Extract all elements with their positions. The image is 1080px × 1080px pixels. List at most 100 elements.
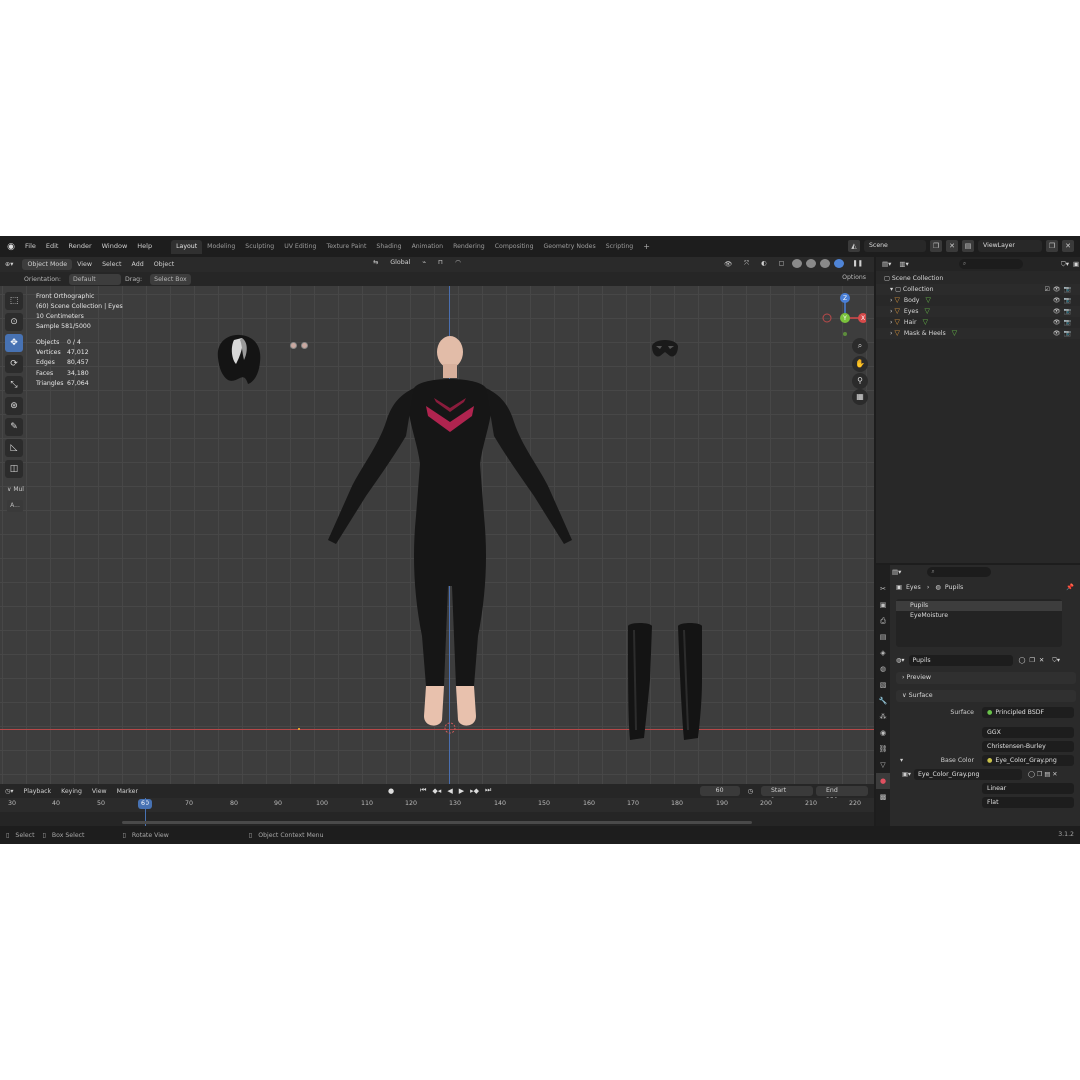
filter-icon[interactable]: ⛉▾: [1061, 260, 1069, 269]
start-frame-field[interactable]: Start 1: [761, 786, 813, 804]
timeline-scrollbar[interactable]: [122, 821, 752, 824]
tab-animation[interactable]: Animation: [407, 240, 449, 254]
hair-object[interactable]: [210, 332, 266, 388]
material-slot-eyemoisture[interactable]: EyeMoisture: [896, 611, 1062, 621]
material-shading-icon[interactable]: [820, 259, 831, 268]
record-icon[interactable]: ●: [386, 787, 396, 795]
distribution-dropdown[interactable]: GGX: [982, 727, 1074, 738]
editor-type-icon[interactable]: ⊕▾: [0, 261, 18, 268]
pin-icon[interactable]: 📌: [1066, 583, 1074, 591]
add-cube-tool-icon[interactable]: ◫: [5, 460, 23, 478]
menu-playback[interactable]: Playback: [19, 788, 57, 795]
interpolation-dropdown[interactable]: Linear: [982, 783, 1074, 794]
tab-sculpting[interactable]: Sculpting: [240, 240, 279, 254]
data-tab-icon[interactable]: ▽: [876, 757, 890, 773]
properties-search-input[interactable]: ⌕: [927, 567, 992, 577]
menu-select[interactable]: Select: [97, 261, 126, 268]
tab-modeling[interactable]: Modeling: [202, 240, 240, 254]
tab-compositing[interactable]: Compositing: [490, 240, 539, 254]
scene-icon[interactable]: ◭: [848, 240, 860, 252]
navigation-gizmo[interactable]: Z Y X: [822, 290, 866, 336]
tab-layout[interactable]: Layout: [171, 239, 203, 254]
next-keyframe-icon[interactable]: ▸◆: [468, 787, 481, 795]
view-layer-tab-icon[interactable]: ▤: [876, 629, 890, 645]
render-tab-icon[interactable]: ▣: [876, 597, 890, 613]
3d-viewport[interactable]: Front Orthographic (60) Scene Collection…: [0, 286, 874, 784]
new-scene-icon[interactable]: ❐: [930, 240, 942, 252]
menu-marker[interactable]: Marker: [112, 788, 143, 795]
image-actions-icons[interactable]: ◯ ❐ ▤ ✕: [1028, 771, 1057, 778]
filter-icon[interactable]: ⛉▾: [1052, 657, 1060, 665]
move-tool-icon[interactable]: ✥: [5, 334, 23, 352]
delete-view-layer-icon[interactable]: ✕: [1062, 240, 1074, 252]
zoom-icon[interactable]: ⌕: [852, 338, 868, 354]
duplicate-material-icon[interactable]: ❐: [1029, 657, 1035, 664]
outliner-collection[interactable]: ▾ ▢ Collection ☑👁📷: [876, 284, 1080, 295]
display-mode-icon[interactable]: ▥▾: [899, 260, 908, 268]
scale-tool-icon[interactable]: ⤡: [5, 376, 23, 394]
tab-uv-editing[interactable]: UV Editing: [279, 240, 321, 254]
select-box-tool-icon[interactable]: ⬚: [5, 292, 23, 310]
timeline-ruler[interactable]: 30 40 50 60 70 80 90 100 110 120 130 140…: [0, 798, 874, 812]
new-collection-icon[interactable]: ▣: [1073, 260, 1079, 268]
options-dropdown[interactable]: Options: [838, 274, 870, 281]
mode-dropdown[interactable]: Object Mode: [22, 259, 73, 270]
unlink-material-icon[interactable]: ✕: [1039, 657, 1044, 664]
menu-add[interactable]: Add: [127, 261, 149, 268]
tool-tab-icon[interactable]: ✂: [876, 581, 890, 597]
image-name-field[interactable]: Eye_Color_Gray.png: [914, 769, 1022, 780]
new-view-layer-icon[interactable]: ❐: [1046, 240, 1058, 252]
orientation-dropdown[interactable]: Default: [69, 273, 122, 285]
visibility-icons[interactable]: 👁📷: [1053, 328, 1074, 339]
scene-tab-icon[interactable]: ◈: [876, 645, 890, 661]
physics-tab-icon[interactable]: ◉: [876, 725, 890, 741]
add-workspace-button[interactable]: +: [638, 240, 655, 254]
end-frame-field[interactable]: End 250: [816, 786, 868, 804]
mask-object[interactable]: [650, 336, 680, 362]
view-layer-field[interactable]: ViewLayer: [978, 240, 1042, 252]
tab-geometry-nodes[interactable]: Geometry Nodes: [539, 240, 601, 254]
modifier-tab-icon[interactable]: 🔧: [876, 693, 890, 709]
texture-tab-icon[interactable]: ▩: [876, 789, 890, 805]
tab-shading[interactable]: Shading: [371, 240, 406, 254]
visibility-icons[interactable]: 👁📷: [1053, 295, 1074, 306]
output-tab-icon[interactable]: ⎙: [876, 613, 890, 629]
play-icon[interactable]: ▶: [457, 787, 466, 795]
character-body-object[interactable]: [322, 336, 578, 736]
menu-render[interactable]: Render: [63, 236, 96, 257]
surface-panel-header[interactable]: ∨ Surface: [896, 690, 1076, 702]
constraints-tab-icon[interactable]: ⛓: [876, 741, 890, 757]
world-tab-icon[interactable]: ◍: [876, 661, 890, 677]
subsurface-method-dropdown[interactable]: Christensen-Burley: [982, 741, 1074, 752]
heels-object[interactable]: [622, 620, 708, 746]
outliner-item-body[interactable]: › ▽ Body ▽ 👁📷: [876, 295, 1080, 306]
orientation-icon[interactable]: ⇆: [368, 259, 383, 266]
ortho-grid-icon[interactable]: ▦: [852, 389, 868, 405]
surface-shader-field[interactable]: ● Principled BSDF: [982, 707, 1074, 718]
overlay-toggle-icon[interactable]: ◐: [756, 260, 772, 267]
outliner-scene-collection[interactable]: ▢ Scene Collection: [876, 273, 1080, 284]
current-frame-field[interactable]: 60: [699, 786, 740, 796]
solid-shading-icon[interactable]: [806, 259, 817, 268]
prev-keyframe-icon[interactable]: ◆◂: [430, 787, 443, 795]
object-tab-icon[interactable]: ▧: [876, 677, 890, 693]
menu-view[interactable]: View: [72, 261, 97, 268]
visibility-icon[interactable]: 👁: [719, 260, 737, 268]
eye-right-object[interactable]: [301, 342, 308, 349]
annotate-tool-icon[interactable]: ✎: [5, 418, 23, 436]
tab-texture-paint[interactable]: Texture Paint: [321, 240, 371, 254]
menu-edit[interactable]: Edit: [41, 236, 64, 257]
particles-tab-icon[interactable]: ⁂: [876, 709, 890, 725]
base-color-field[interactable]: ● Eye_Color_Gray.png: [982, 755, 1074, 766]
play-reverse-icon[interactable]: ◀: [445, 787, 454, 795]
material-slot-pupils[interactable]: Pupils: [896, 601, 1062, 611]
snap-icon[interactable]: ⊓: [433, 259, 448, 266]
jump-start-icon[interactable]: ⏮: [418, 786, 428, 795]
collapse-icon[interactable]: ▾: [900, 757, 903, 764]
outliner-item-eyes[interactable]: › ▽ Eyes ▽ 👁📷: [876, 306, 1080, 317]
drag-dropdown[interactable]: Select Box: [150, 273, 191, 285]
menu-window[interactable]: Window: [97, 236, 133, 257]
gizmo-toggle-icon[interactable]: ⤧: [739, 260, 754, 268]
tab-scripting[interactable]: Scripting: [601, 240, 639, 254]
collection-visibility-icons[interactable]: ☑👁📷: [1045, 284, 1074, 295]
